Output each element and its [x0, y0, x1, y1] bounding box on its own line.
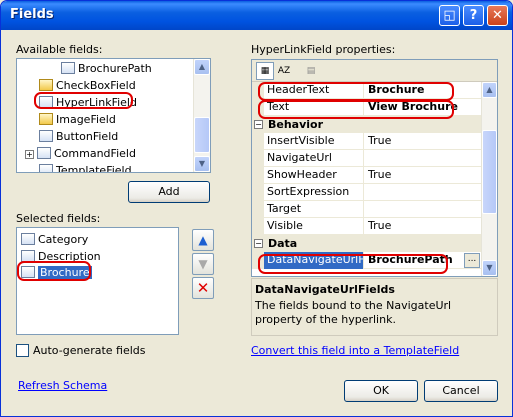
- tree-item-commandfield[interactable]: + CommandField: [25, 145, 136, 162]
- delete-x-icon: ✕: [196, 279, 210, 297]
- highlight-brochure: [17, 261, 91, 281]
- property-value[interactable]: [365, 150, 482, 167]
- property-name: InsertVisible: [264, 133, 364, 150]
- add-button[interactable]: Add: [128, 181, 210, 203]
- property-value[interactable]: True: [365, 218, 482, 235]
- property-row[interactable]: Visible True: [252, 218, 482, 235]
- auto-generate-label: Auto-generate fields: [33, 344, 146, 357]
- row-gutter: [252, 184, 264, 201]
- row-gutter: [252, 150, 264, 167]
- property-row[interactable]: NavigateUrl: [252, 150, 482, 167]
- highlight-text: [258, 100, 454, 119]
- scroll-up-icon[interactable]: ▲: [194, 59, 210, 75]
- scroll-thumb[interactable]: [482, 130, 497, 214]
- property-scrollbar[interactable]: ▲ ▼: [481, 82, 497, 276]
- tree-item-imagefield[interactable]: ImageField: [39, 111, 116, 128]
- move-up-button[interactable]: ▲: [192, 229, 214, 251]
- row-gutter: [252, 201, 264, 218]
- property-value[interactable]: True: [365, 133, 482, 150]
- fields-dialog: Fields ◱ ? ✕ Available fields: BrochureP…: [0, 0, 513, 417]
- highlight-hyperlinkfield: [34, 92, 133, 109]
- tree-item-templatefield[interactable]: TemplateField: [39, 162, 132, 172]
- property-pages-icon[interactable]: ▤: [302, 62, 320, 80]
- property-row[interactable]: ShowHeader True: [252, 167, 482, 184]
- selected-item-category[interactable]: Category: [21, 231, 88, 248]
- scroll-thumb[interactable]: [194, 117, 210, 153]
- description-title: DataNavigateUrlFields: [255, 283, 395, 296]
- button-field-icon: [39, 130, 53, 142]
- description-text: The fields bound to the NavigateUrl prop…: [255, 299, 452, 326]
- categorized-icon[interactable]: ▦: [256, 62, 274, 80]
- available-scrollbar[interactable]: ▲ ▼: [193, 59, 210, 172]
- highlight-datanavigateurl: [258, 254, 448, 274]
- property-row[interactable]: Target: [252, 201, 482, 218]
- property-name: SortExpression: [264, 184, 364, 201]
- property-value[interactable]: True: [365, 167, 482, 184]
- convert-templatefield-link[interactable]: Convert this field into a TemplateField: [251, 344, 459, 357]
- move-down-button[interactable]: ▼: [192, 253, 214, 275]
- title-bar[interactable]: Fields ◱ ? ✕: [1, 1, 512, 30]
- property-name: ShowHeader: [264, 167, 364, 184]
- property-row[interactable]: SortExpression: [252, 184, 482, 201]
- property-name: NavigateUrl: [264, 150, 364, 167]
- properties-label: HyperLinkField properties:: [251, 43, 396, 56]
- collapse-icon[interactable]: −: [254, 120, 263, 129]
- cancel-button[interactable]: Cancel: [424, 380, 498, 402]
- highlight-headertext: [258, 82, 454, 101]
- checkbox-field-icon: [39, 79, 53, 91]
- window-title: Fields: [10, 7, 54, 22]
- property-grid-toolbar: ▦ AZ ▤: [252, 60, 497, 82]
- collapse-icon[interactable]: −: [254, 239, 263, 248]
- command-field-icon: [37, 147, 51, 159]
- property-value[interactable]: [365, 201, 482, 218]
- image-field-icon: [39, 113, 53, 125]
- scroll-up-icon[interactable]: ▲: [482, 82, 497, 98]
- delete-button[interactable]: ✕: [192, 277, 214, 299]
- property-value[interactable]: [365, 184, 482, 201]
- expand-icon[interactable]: +: [25, 149, 34, 159]
- close-button[interactable]: ✕: [487, 5, 508, 26]
- arrow-up-icon: ▲: [198, 233, 208, 247]
- arrow-down-icon: ▼: [198, 257, 208, 271]
- auto-generate-checkbox[interactable]: [16, 344, 29, 357]
- scroll-down-icon[interactable]: ▼: [482, 260, 497, 276]
- available-fields-tree[interactable]: BrochurePath CheckBoxField HyperLinkFiel…: [16, 58, 211, 173]
- scroll-down-icon[interactable]: ▼: [194, 156, 210, 172]
- selected-fields-label: Selected fields:: [16, 212, 101, 225]
- row-gutter: [252, 167, 264, 184]
- restore-button[interactable]: ◱: [439, 5, 460, 26]
- ok-button[interactable]: OK: [344, 380, 418, 402]
- refresh-schema-link[interactable]: Refresh Schema: [18, 379, 107, 392]
- tree-item-buttonfield[interactable]: ButtonField: [39, 128, 118, 145]
- category-data[interactable]: − Data: [252, 235, 482, 252]
- ellipsis-button[interactable]: ...: [464, 253, 480, 268]
- property-row[interactable]: InsertVisible True: [252, 133, 482, 150]
- property-name: Target: [264, 201, 364, 218]
- template-field-icon: [39, 164, 53, 172]
- tree-item-brochurepath[interactable]: BrochurePath: [61, 60, 152, 77]
- row-gutter: [252, 133, 264, 150]
- row-gutter: [252, 218, 264, 235]
- field-icon: [61, 62, 75, 74]
- property-name: Visible: [264, 218, 364, 235]
- help-button[interactable]: ?: [463, 5, 484, 26]
- category-label: Data: [268, 237, 298, 250]
- selected-fields-list[interactable]: Category Description Brochure: [16, 227, 179, 335]
- alphabetical-icon[interactable]: AZ: [275, 62, 293, 80]
- bound-field-icon: [21, 233, 35, 245]
- property-description: DataNavigateUrlFields The fields bound t…: [251, 278, 498, 336]
- available-fields-label: Available fields:: [16, 43, 103, 56]
